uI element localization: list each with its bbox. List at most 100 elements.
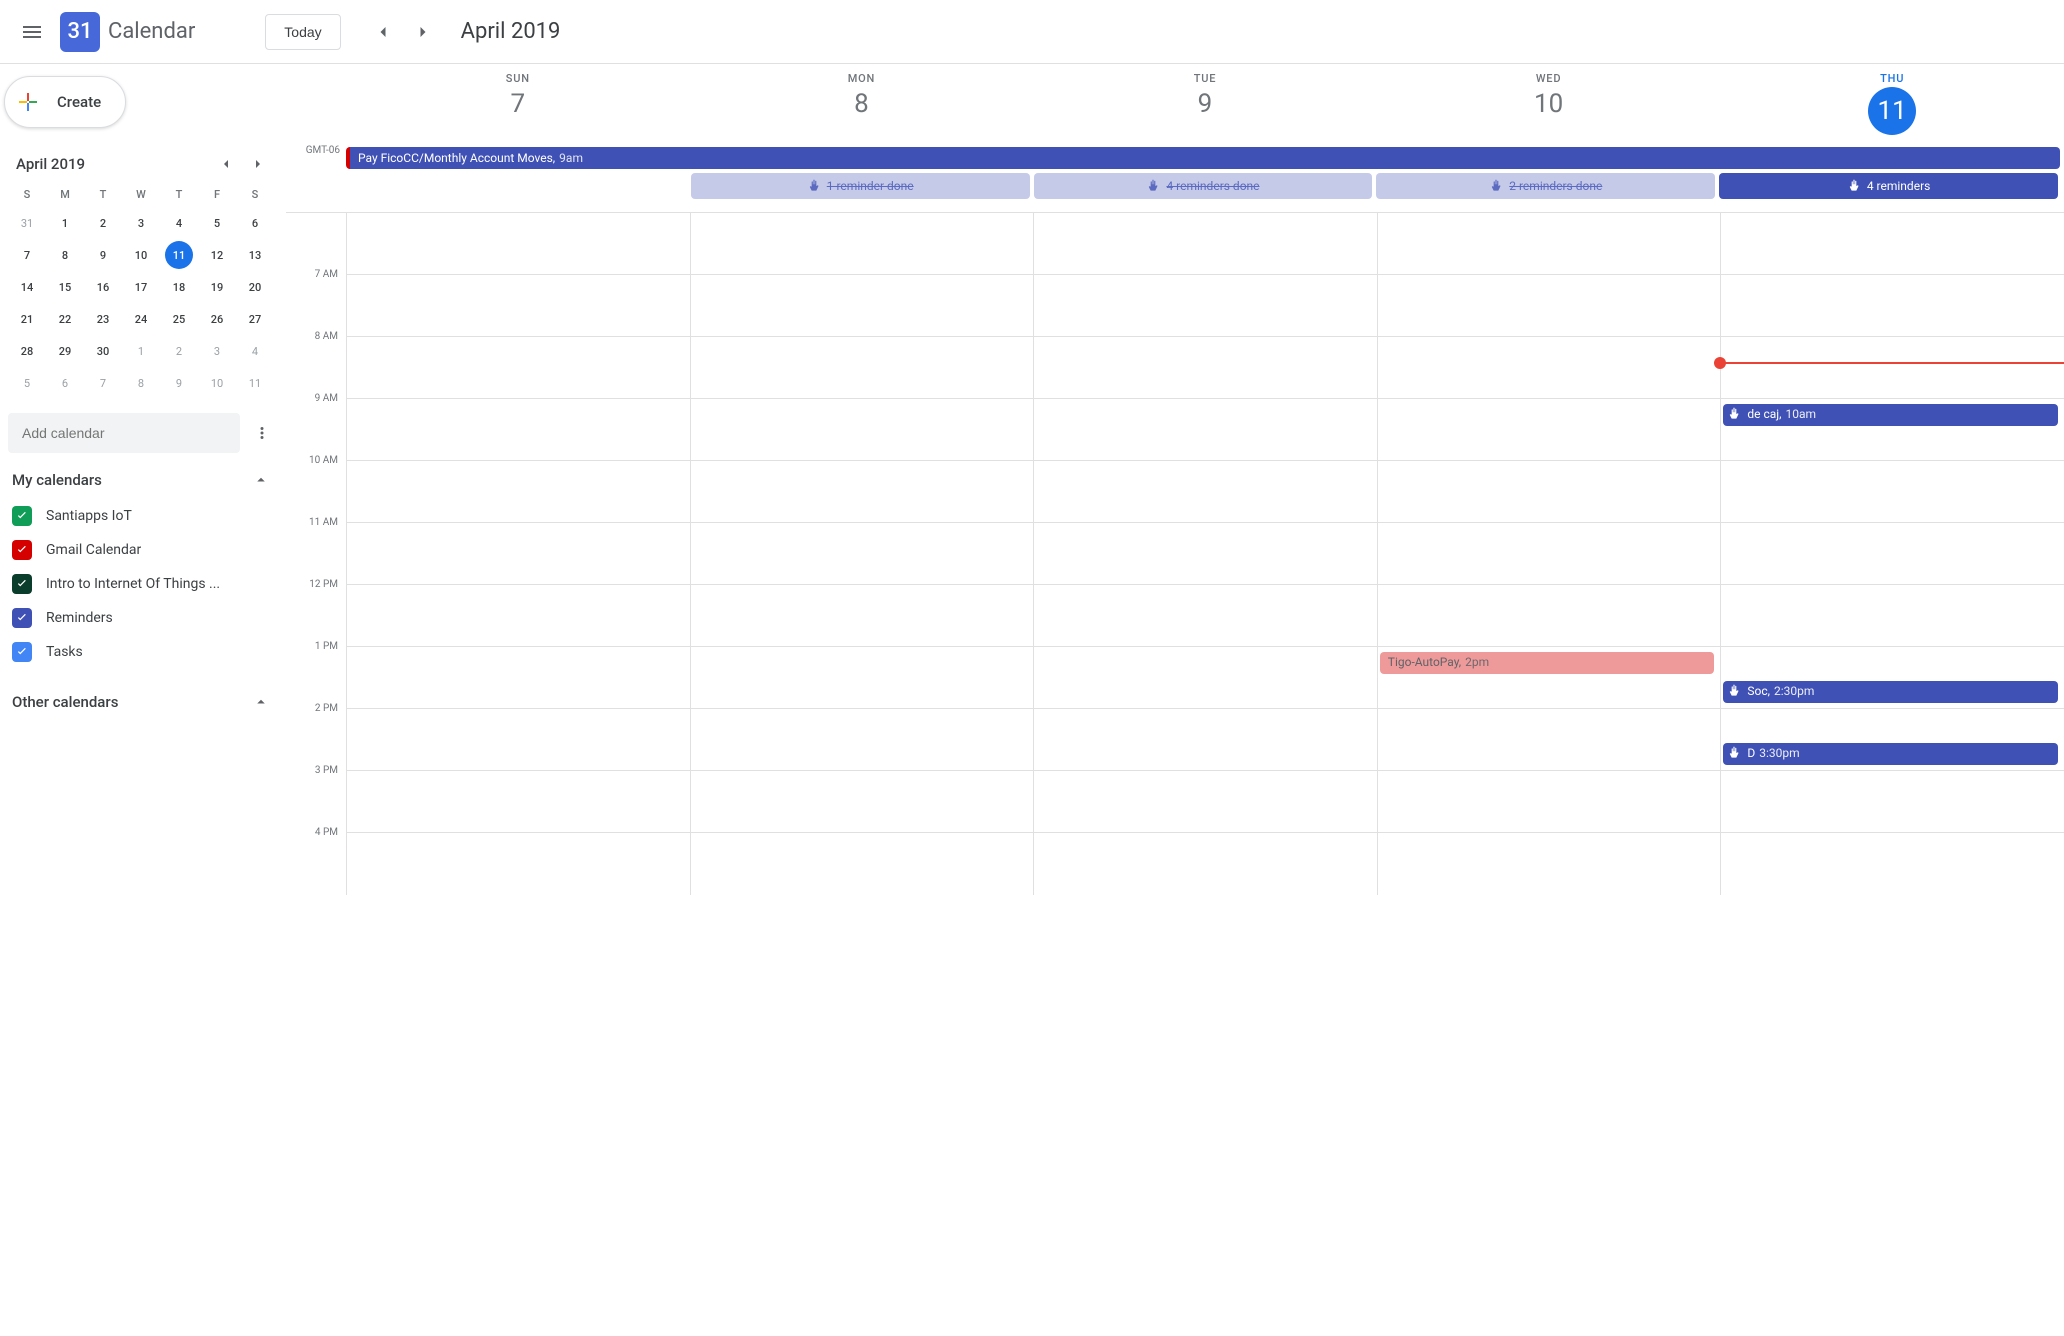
- day-header[interactable]: WED 10: [1377, 64, 1721, 145]
- other-calendars-toggle[interactable]: Other calendars: [8, 675, 274, 715]
- calendar-event[interactable]: D3:30pm: [1723, 743, 2058, 765]
- day-header[interactable]: MON8: [690, 64, 1034, 145]
- calendar-checkbox[interactable]: [12, 574, 32, 594]
- mini-day[interactable]: 8: [51, 241, 79, 269]
- mini-day[interactable]: 28: [13, 337, 41, 365]
- mini-day[interactable]: 18: [165, 273, 193, 301]
- reminder-chip[interactable]: 4 reminders: [1719, 173, 2058, 199]
- mini-day[interactable]: 3: [203, 337, 231, 365]
- mini-day[interactable]: 13: [241, 241, 269, 269]
- day-number: 10: [1377, 89, 1721, 119]
- mini-day[interactable]: 10: [203, 369, 231, 397]
- mini-day[interactable]: 30: [89, 337, 117, 365]
- day-column[interactable]: [346, 213, 690, 895]
- add-calendar-options-button[interactable]: [250, 421, 274, 445]
- mini-day[interactable]: 15: [51, 273, 79, 301]
- reminder-chip[interactable]: 2 reminders done: [1376, 173, 1715, 199]
- mini-day[interactable]: 17: [127, 273, 155, 301]
- mini-day[interactable]: 10: [127, 241, 155, 269]
- day-of-week: WED: [1377, 72, 1721, 85]
- mini-day[interactable]: 29: [51, 337, 79, 365]
- allday-event-pay-ficocc[interactable]: Pay FicoCC/Monthly Account Moves, 9am: [346, 147, 2060, 169]
- day-column[interactable]: de caj,10am Soc,2:30pm D3:30pm: [1720, 213, 2064, 895]
- calendar-name: Tasks: [46, 644, 83, 660]
- day-header[interactable]: SUN7: [346, 64, 690, 145]
- mini-dow-header: M: [46, 182, 84, 207]
- mini-day[interactable]: 19: [203, 273, 231, 301]
- mini-day[interactable]: 23: [89, 305, 117, 333]
- main-menu-button[interactable]: [8, 8, 56, 56]
- calendar-item[interactable]: Tasks: [8, 635, 274, 669]
- mini-day[interactable]: 11: [241, 369, 269, 397]
- mini-day[interactable]: 14: [13, 273, 41, 301]
- today-button[interactable]: Today: [265, 14, 340, 50]
- mini-day[interactable]: 5: [203, 209, 231, 237]
- mini-day[interactable]: 25: [165, 305, 193, 333]
- calendar-event[interactable]: Soc,2:30pm: [1723, 681, 2058, 703]
- mini-calendar[interactable]: SMTWTFS311234567891011121314151617181920…: [8, 182, 274, 399]
- app-title: Calendar: [108, 19, 195, 44]
- calendar-name: Santiapps IoT: [46, 508, 132, 524]
- calendar-event[interactable]: de caj,10am: [1723, 404, 2058, 426]
- mini-day[interactable]: 22: [51, 305, 79, 333]
- mini-day[interactable]: 8: [127, 369, 155, 397]
- day-column[interactable]: [1033, 213, 1377, 895]
- mini-day[interactable]: 24: [127, 305, 155, 333]
- mini-day[interactable]: 6: [51, 369, 79, 397]
- prev-period-button[interactable]: [363, 12, 403, 52]
- reminder-chip[interactable]: 4 reminders done: [1034, 173, 1373, 199]
- mini-day[interactable]: 3: [127, 209, 155, 237]
- mini-day[interactable]: 21: [13, 305, 41, 333]
- calendar-checkbox[interactable]: [12, 506, 32, 526]
- mini-day[interactable]: 6: [241, 209, 269, 237]
- allday-area[interactable]: Pay FicoCC/Monthly Account Moves, 9am 1 …: [346, 145, 2064, 212]
- day-column[interactable]: [690, 213, 1034, 895]
- mini-day[interactable]: 4: [241, 337, 269, 365]
- mini-day[interactable]: 7: [89, 369, 117, 397]
- calendar-item[interactable]: Santiapps IoT: [8, 499, 274, 533]
- mini-day[interactable]: 9: [89, 241, 117, 269]
- mini-next-button[interactable]: [244, 150, 272, 178]
- mini-day[interactable]: 1: [127, 337, 155, 365]
- mini-day[interactable]: 16: [89, 273, 117, 301]
- calendar-item[interactable]: Reminders: [8, 601, 274, 635]
- reminder-chip[interactable]: 1 reminder done: [691, 173, 1030, 199]
- calendar-event[interactable]: Tigo-AutoPay,2pm: [1380, 652, 1715, 674]
- mini-day[interactable]: 12: [203, 241, 231, 269]
- calendar-name: Intro to Internet Of Things ...: [46, 576, 220, 592]
- chevron-left-icon: [373, 22, 393, 42]
- my-calendars-toggle[interactable]: My calendars: [8, 453, 274, 493]
- mini-day[interactable]: 31: [13, 209, 41, 237]
- mini-dow-header: W: [122, 182, 160, 207]
- calendar-checkbox[interactable]: [12, 540, 32, 560]
- calendar-item[interactable]: Gmail Calendar: [8, 533, 274, 567]
- mini-day[interactable]: 26: [203, 305, 231, 333]
- other-calendars-label: Other calendars: [12, 693, 118, 711]
- day-of-week: MON: [690, 72, 1034, 85]
- mini-day[interactable]: 2: [165, 337, 193, 365]
- calendar-checkbox[interactable]: [12, 642, 32, 662]
- mini-day[interactable]: 2: [89, 209, 117, 237]
- add-calendar-input[interactable]: [8, 413, 240, 453]
- mini-day[interactable]: 11: [165, 241, 193, 269]
- mini-prev-button[interactable]: [212, 150, 240, 178]
- mini-day[interactable]: 7: [13, 241, 41, 269]
- calendar-item[interactable]: Intro to Internet Of Things ...: [8, 567, 274, 601]
- calendar-checkbox[interactable]: [12, 608, 32, 628]
- dots-icon: [253, 424, 271, 442]
- day-header[interactable]: THU11: [1720, 64, 2064, 145]
- mini-day[interactable]: 27: [241, 305, 269, 333]
- mini-day[interactable]: 5: [13, 369, 41, 397]
- day-number: 11: [1868, 87, 1916, 135]
- mini-day[interactable]: 4: [165, 209, 193, 237]
- now-indicator: [1721, 362, 2064, 364]
- next-period-button[interactable]: [403, 12, 443, 52]
- mini-day[interactable]: 9: [165, 369, 193, 397]
- mini-dow-header: T: [160, 182, 198, 207]
- time-label: 10 AM: [286, 455, 346, 517]
- mini-day[interactable]: 1: [51, 209, 79, 237]
- day-column[interactable]: Tigo-AutoPay,2pm: [1377, 213, 1721, 895]
- create-button[interactable]: Create: [4, 76, 126, 128]
- mini-day[interactable]: 20: [241, 273, 269, 301]
- day-header[interactable]: TUE9: [1033, 64, 1377, 145]
